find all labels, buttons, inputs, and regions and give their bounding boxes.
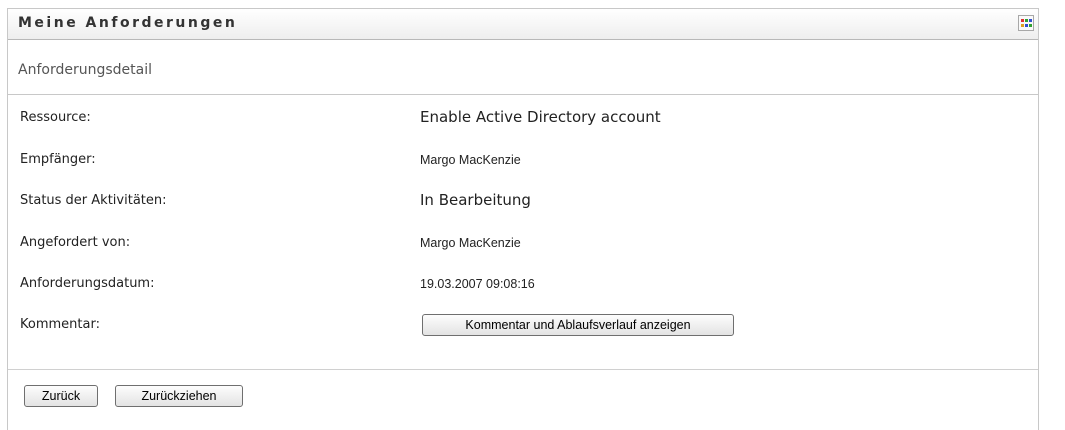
request-date-value: 19.03.2007 09:08:16	[420, 277, 535, 291]
recipient-value: Margo MacKenzie	[420, 153, 521, 167]
request-date-label: Anforderungsdatum:	[20, 276, 155, 291]
my-requests-portlet: Meine Anforderungen Anforderungsdetail R…	[7, 8, 1039, 430]
portlet-title: Meine Anforderungen	[18, 15, 238, 31]
detail-row-resource: Ressource: Enable Active Directory accou…	[8, 107, 1038, 131]
back-button[interactable]: Zurück	[24, 385, 98, 407]
detail-row-recipient: Empfänger: Margo MacKenzie	[8, 149, 1038, 173]
detail-row-requested-by: Angefordert von: Margo MacKenzie	[8, 232, 1038, 256]
status-label: Status der Aktivitäten:	[20, 193, 167, 208]
action-bar: Zurück Zurückziehen	[8, 370, 1038, 420]
detail-row-comment: Kommentar: Kommentar und Ablaufsverlauf …	[8, 314, 1038, 338]
recipient-label: Empfänger:	[20, 152, 96, 167]
resource-value: Enable Active Directory account	[420, 108, 661, 126]
request-detail-header: Anforderungsdetail	[8, 40, 1038, 95]
requested-by-value: Margo MacKenzie	[420, 236, 521, 250]
detail-row-status: Status der Aktivitäten: In Bearbeitung	[8, 190, 1038, 214]
portlet-titlebar: Meine Anforderungen	[8, 8, 1038, 40]
detail-row-request-date: Anforderungsdatum: 19.03.2007 09:08:16	[8, 273, 1038, 297]
request-details: Ressource: Enable Active Directory accou…	[8, 95, 1038, 370]
withdraw-button[interactable]: Zurückziehen	[115, 385, 243, 407]
show-comment-history-button[interactable]: Kommentar und Ablaufsverlauf anzeigen	[422, 314, 734, 336]
comment-label: Kommentar:	[20, 317, 100, 332]
resource-label: Ressource:	[20, 110, 91, 125]
requested-by-label: Angefordert von:	[20, 235, 131, 250]
status-value: In Bearbeitung	[420, 191, 531, 209]
section-title: Anforderungsdetail	[18, 62, 152, 78]
grid-menu-icon[interactable]	[1018, 15, 1034, 31]
